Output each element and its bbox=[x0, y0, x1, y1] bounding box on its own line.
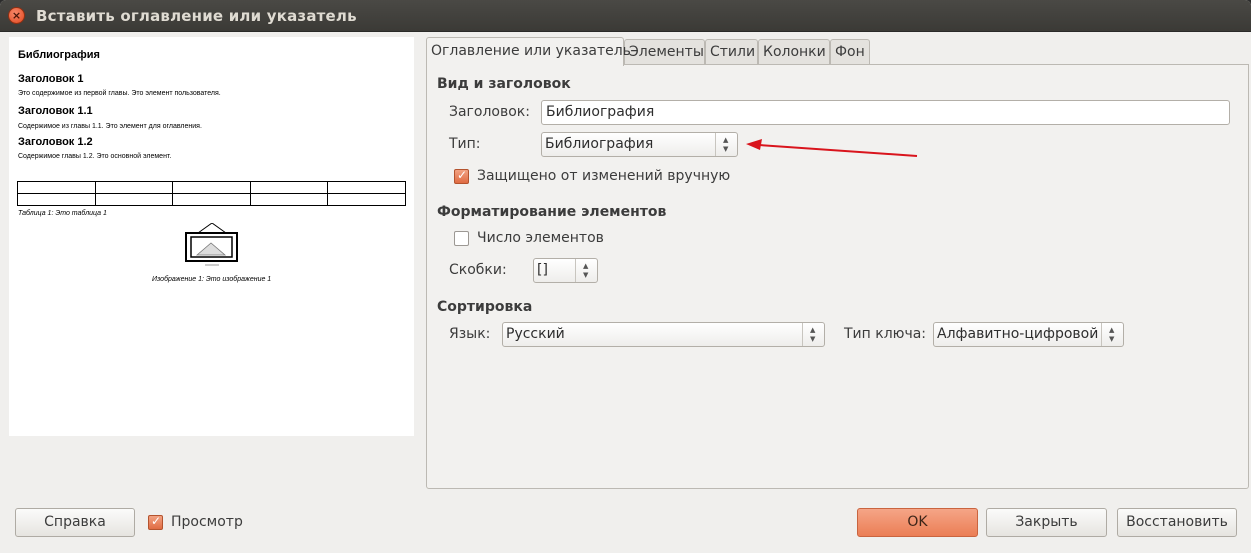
spin-arrows-icon: ▲ ▼ bbox=[575, 259, 597, 282]
brackets-select-value: [] bbox=[537, 262, 548, 278]
type-select[interactable]: Библиография ▲ ▼ bbox=[541, 132, 738, 157]
preview-body-text: Содержимое главы 1.2. Это основной элеме… bbox=[18, 153, 172, 160]
checkmark-icon: ✓ bbox=[457, 168, 468, 182]
close-button[interactable]: Закрыть bbox=[986, 508, 1107, 537]
preview-heading: Заголовок 1.1 bbox=[18, 105, 93, 117]
protected-label: Защищено от изменений вручную bbox=[477, 168, 731, 184]
number-entries-checkbox[interactable] bbox=[454, 231, 469, 246]
preview-title: Библиография bbox=[18, 49, 100, 61]
preview-table bbox=[17, 181, 406, 206]
section-type-and-title: Вид и заголовок bbox=[437, 76, 571, 92]
preview-body-text: Содержимое из главы 1.1. Это элемент для… bbox=[18, 123, 202, 130]
title-bar: × Вставить оглавление или указатель bbox=[0, 0, 1251, 32]
type-label: Тип: bbox=[449, 136, 481, 152]
key-type-select[interactable]: Алфавитно-цифровой ▲ ▼ bbox=[933, 322, 1124, 347]
checkmark-icon: ✓ bbox=[151, 514, 162, 528]
window-title: Вставить оглавление или указатель bbox=[36, 7, 357, 25]
section-entries-format: Форматирование элементов bbox=[437, 204, 667, 220]
spin-arrows-icon: ▲ ▼ bbox=[1101, 323, 1123, 346]
protected-checkbox[interactable]: ✓ bbox=[454, 168, 469, 184]
language-select-value: Русский bbox=[506, 326, 565, 342]
preview-label: Просмотр bbox=[171, 514, 243, 530]
number-entries-label: Число элементов bbox=[477, 230, 604, 246]
key-type-select-value: Алфавитно-цифровой bbox=[937, 326, 1099, 342]
title-input[interactable]: Библиография bbox=[541, 100, 1230, 125]
preview-image-caption: Изображение 1: Это изображение 1 bbox=[152, 276, 272, 283]
spin-arrows-icon: ▲ ▼ bbox=[802, 323, 824, 346]
section-sort: Сортировка bbox=[437, 299, 533, 315]
language-label: Язык: bbox=[449, 326, 491, 342]
reset-button[interactable]: Восстановить bbox=[1117, 508, 1237, 537]
preview-table-caption: Таблица 1: Это таблица 1 bbox=[18, 210, 107, 217]
ok-button[interactable]: OK bbox=[857, 508, 978, 537]
tab-index-or-table-of-contents[interactable]: Оглавление или указатель bbox=[426, 37, 631, 66]
tab-columns[interactable]: Колонки bbox=[758, 39, 830, 65]
close-icon[interactable]: × bbox=[8, 7, 25, 24]
preview-heading: Заголовок 1 bbox=[18, 73, 84, 85]
preview-pane: Библиография Заголовок 1 Это содержимое … bbox=[9, 37, 414, 436]
picture-icon bbox=[185, 223, 238, 266]
tab-entries[interactable]: Элементы bbox=[624, 39, 705, 65]
annotation-arrow-icon bbox=[746, 139, 918, 157]
tab-background[interactable]: Фон bbox=[830, 39, 870, 65]
brackets-select[interactable]: [] ▲ ▼ bbox=[533, 258, 598, 283]
brackets-label: Скобки: bbox=[449, 262, 507, 278]
key-type-label: Тип ключа: bbox=[844, 326, 927, 342]
dialog-window: × Вставить оглавление или указатель Библ… bbox=[0, 0, 1251, 553]
title-label: Заголовок: bbox=[449, 104, 530, 120]
language-select[interactable]: Русский ▲ ▼ bbox=[502, 322, 825, 347]
preview-heading: Заголовок 1.2 bbox=[18, 136, 93, 148]
preview-checkbox[interactable]: ✓ bbox=[148, 514, 163, 530]
type-select-value: Библиография bbox=[545, 136, 654, 152]
help-button[interactable]: Справка bbox=[15, 508, 135, 537]
preview-body-text: Это содержимое из первой главы. Это элем… bbox=[18, 90, 221, 97]
tab-styles[interactable]: Стили bbox=[705, 39, 758, 65]
spin-arrows-icon: ▲ ▼ bbox=[715, 133, 737, 156]
